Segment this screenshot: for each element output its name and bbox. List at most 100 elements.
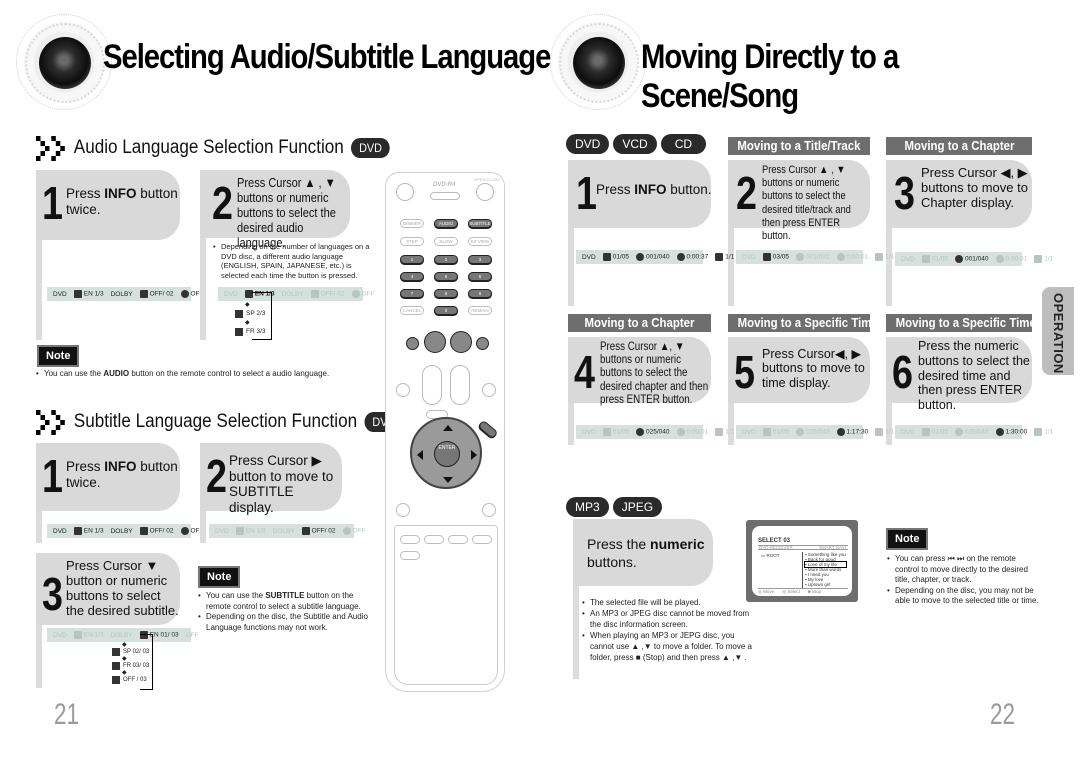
chapter-icon (636, 253, 645, 261)
osd-info-2: DVD 03/05 001/032 0:00:01 1/1 (736, 250, 894, 264)
screen-left-header: DVD RECEIVER (759, 545, 793, 550)
down-arrow-icon (443, 477, 453, 483)
remain-button: REMAIN (468, 306, 492, 315)
right-step-2: 2 Press Cursor ▲ , ▼ buttons or numeric … (728, 160, 870, 242)
step-text: Press the numeric buttons to select the … (918, 339, 1030, 412)
number-button-6: 6 (468, 272, 492, 281)
page-title-left: Selecting Audio/Subtitle Language (103, 38, 551, 76)
step-number: 2 (212, 177, 233, 229)
screen-right-header: SMART NAVI (818, 545, 846, 550)
arrows-icon (36, 136, 68, 161)
step-text: Press Cursor ▶ button to move to SUBTITL… (229, 453, 334, 515)
cancel-button: CANCEL (400, 306, 424, 315)
vcd-badge: VCD (613, 134, 657, 154)
subtitle-step-3: 3 Press Cursor ▼ button or numeric butto… (36, 553, 180, 625)
chapter-heading-1: Moving to a Chapter (886, 137, 1032, 155)
step-number: 2 (736, 167, 757, 219)
number-button-0: 0 (434, 306, 458, 315)
file-list: ▪ Something like you ▪ Back for good ▪ L… (804, 552, 847, 587)
prev-button (406, 337, 419, 350)
subtitle-section-title: Subtitle Language Selection Function (73, 411, 358, 432)
osd-audio-initial: DVD EN 1/3 DOLBY OFF/ 02 OFF (47, 287, 204, 301)
step-number: 3 (42, 568, 63, 620)
osd-subtitle-move: DVD EN 1/3 DOLBY OFF/ 02 OFF (209, 524, 366, 538)
right-step-5: 5 Press Cursor◀, ▶ buttons to move to ti… (728, 337, 870, 403)
remote-brand: DVD-R4 (433, 182, 456, 188)
screen-title: SELECT 03 (758, 538, 791, 544)
osd-subtitle-select: DVD EN 1/3 DOLBY EN 01/ 03 OFF (47, 628, 199, 642)
step-button: STEP (400, 237, 424, 246)
tempo-button (422, 365, 442, 405)
osd-info-5: DVD 01/05 025/040 1:17:30 1/1 (736, 425, 894, 439)
step-text: Press Cursor ▲, ▼ buttons or numeric but… (600, 341, 709, 406)
title-icon (602, 253, 611, 261)
folder-root: ▭ ROOT (761, 553, 780, 558)
next-button (476, 337, 489, 350)
chapter-heading-2: Moving to a Chapter (568, 314, 711, 332)
step-number: 3 (894, 167, 915, 219)
osd-audio-select: DVD EN 1/3 DOLBY OFF/ 02 OFF (218, 287, 375, 301)
stop-button (424, 331, 446, 353)
audio-step-1: 1 Press INFO button twice. (36, 170, 180, 240)
clock-icon (676, 253, 685, 261)
note-badge: Note (37, 345, 80, 367)
keycon-button (450, 365, 470, 405)
mp3-bullets: The selected file will be played. An MP3… (582, 597, 752, 663)
remote-lower-panel (394, 525, 498, 685)
specific-time-heading-2: Moving to a Specific Time (886, 314, 1036, 332)
step-text: Press the numeric buttons. (587, 536, 705, 571)
number-button-8: 8 (434, 289, 458, 298)
right-arrow-icon (471, 450, 477, 460)
info-button (477, 419, 499, 440)
note-badge: Note (198, 566, 241, 588)
step-text: Press Cursor ◀, ▶ buttons to move to Cha… (921, 165, 1028, 210)
note-badge: Note (886, 528, 929, 550)
step-text: Press INFO button twice. (66, 459, 178, 490)
disc-badges: DVD VCD CD (566, 134, 707, 154)
right-step-6: 6 Press the numeric buttons to select th… (886, 337, 1032, 412)
page-number-right: 22 (990, 698, 1016, 731)
right-step-1: 1 Press INFO button. (568, 160, 712, 228)
step-text: Press INFO button. (596, 182, 712, 197)
slow-button: SLOW (434, 237, 458, 246)
dvd-badge: DVD (566, 134, 610, 154)
osd-info-3: DVD 01/05 001/040 0:00:01 1/1 (895, 252, 1053, 266)
remote-slot (430, 192, 460, 200)
subtitle-icon (139, 290, 148, 298)
step-number: 6 (892, 346, 913, 398)
repeat-button (400, 551, 420, 560)
specific-time-heading-1: Moving to a Specific Time (728, 314, 878, 332)
logo-button (400, 535, 420, 544)
enter-button: ENTER (434, 441, 460, 467)
osd-info-4: DVD 01/05 025/040 0:00:01 1/1 (576, 425, 734, 439)
step-text: Press Cursor ▲ , ▼ buttons or numeric bu… (237, 175, 336, 250)
up-arrow-icon (443, 425, 453, 431)
mp3-jpeg-badges: MP3 JPEG (566, 497, 663, 517)
audio-step-2: 2 Press Cursor ▲ , ▼ buttons or numeric … (200, 170, 350, 250)
title-track-heading: Moving to a Title/Track (728, 137, 870, 155)
subtitle-button: SUBTITLE (468, 219, 492, 228)
step-number: 5 (734, 346, 755, 398)
cycle-arrow (252, 292, 272, 340)
number-button-2: 2 (434, 255, 458, 264)
left-arrow-icon (417, 450, 423, 460)
speaker-decoration-icon (16, 14, 112, 110)
power-button (396, 183, 414, 201)
step-text: Press Cursor ▼ button or numeric buttons… (66, 558, 179, 618)
audio-section-heading: Audio Language Selection Function DVD (36, 136, 391, 161)
mp3-badge: MP3 (566, 497, 609, 517)
audio-icon (73, 290, 82, 298)
osd-subtitle-initial: DVD EN 1/3 DOLBY OFF/ 02 OFF (47, 524, 204, 538)
repeat-icon (180, 290, 189, 298)
subtitle-note: You can use the SUBTITLE button on the r… (198, 591, 368, 633)
right-step-3: 3 Press Cursor ◀, ▶ buttons to move to C… (886, 160, 1032, 228)
step-text: Press INFO button twice. (66, 186, 178, 217)
screen-footer: ◎ Move ◎ Select ■ Stop (758, 588, 848, 595)
audio-step2-bullets: Depending on the number of languages on … (213, 242, 373, 280)
speaker-decoration-icon (550, 14, 646, 110)
osd-info-1: DVD 01/05 001/040 0:00:37 1/1 (576, 250, 734, 264)
remote-control-illustration: DVD-R4 OPEN/CLOSE DIMMER AUDIO SUBTITLE … (385, 172, 505, 692)
sleep-mode-button (448, 535, 468, 544)
search-sonic-button (396, 383, 410, 397)
cd-badge: CD (660, 134, 707, 154)
